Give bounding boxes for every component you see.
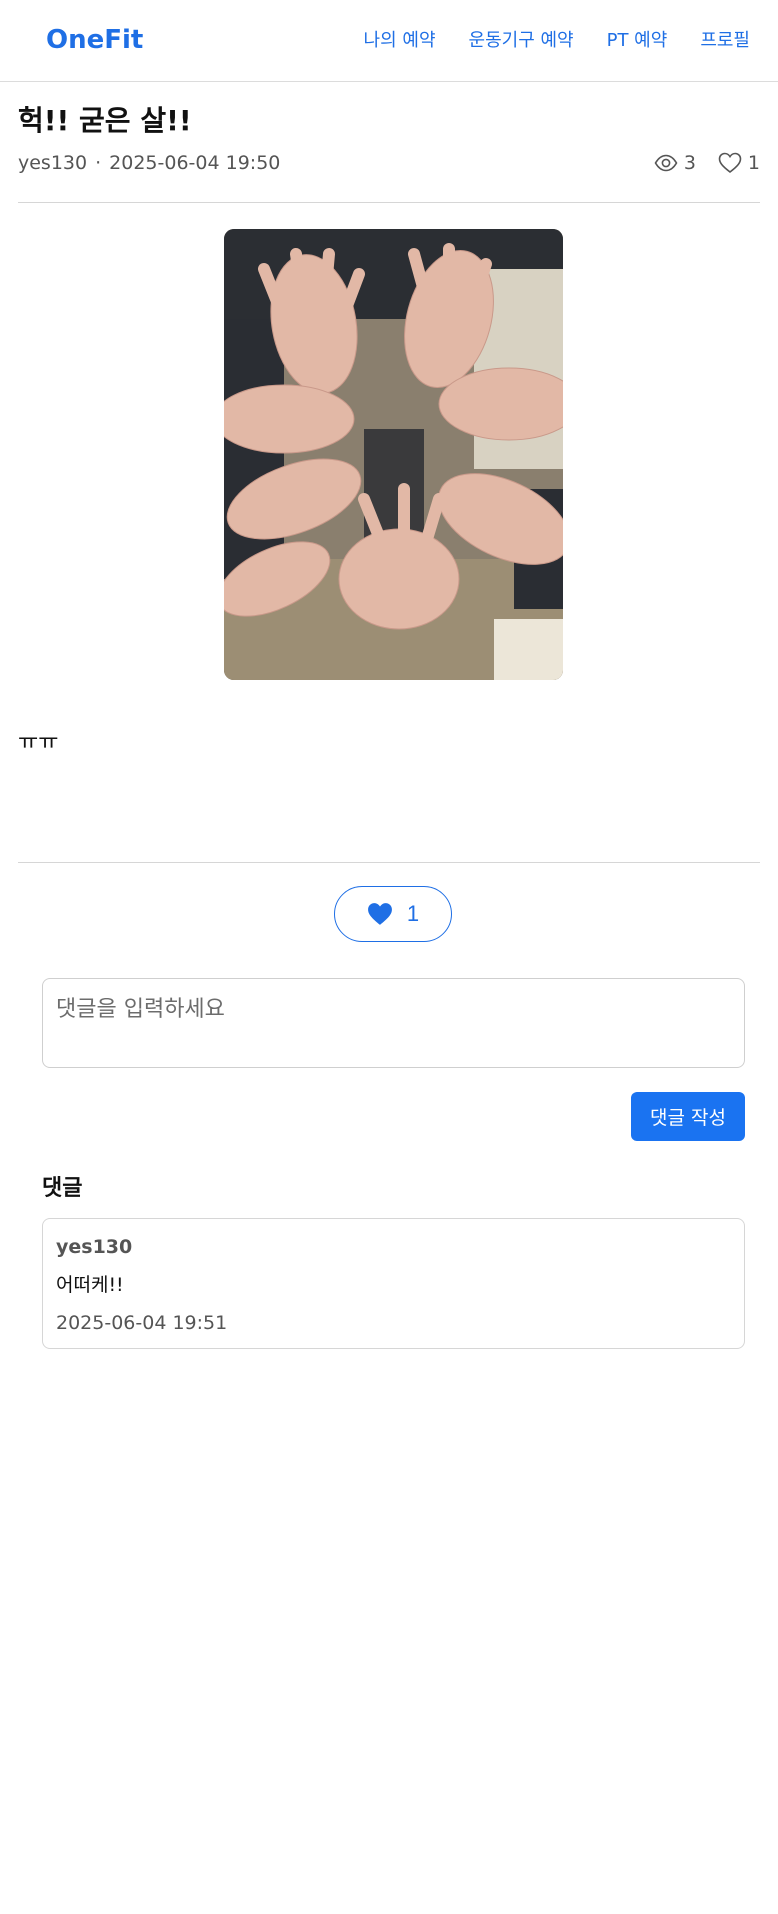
comments-heading: 댓글: [42, 1176, 83, 1201]
view-count: 3: [654, 152, 696, 174]
like-stat-value: 1: [747, 152, 760, 174]
post-meta-left: yes130 · 2025-06-04 19:50: [18, 152, 280, 174]
meta-separator: ·: [95, 152, 102, 174]
divider: [18, 862, 760, 863]
heart-filled-icon: [367, 903, 392, 925]
submit-comment-button[interactable]: 댓글 작성: [631, 1092, 745, 1141]
nav-link-equipment-reservation[interactable]: 운동기구 예약: [469, 26, 574, 56]
divider: [18, 202, 760, 203]
heart-outline-icon: [718, 152, 742, 174]
like-button[interactable]: 1: [334, 886, 452, 942]
comment-input[interactable]: [42, 978, 745, 1068]
comment-date: 2025-06-04 19:51: [56, 1312, 228, 1334]
like-stat: 1: [718, 152, 760, 174]
hands-photo-icon: [224, 229, 563, 680]
post-stats: 3 1: [654, 152, 760, 174]
eye-icon: [654, 154, 678, 172]
view-count-value: 3: [683, 152, 696, 174]
brand-logo[interactable]: OneFit: [46, 22, 143, 58]
navbar: OneFit 나의 예약 운동기구 예약 PT 예약 프로필: [0, 0, 778, 82]
nav-link-my-reservations[interactable]: 나의 예약: [364, 26, 436, 56]
post-author: yes130: [18, 152, 88, 174]
nav-link-profile[interactable]: 프로필: [700, 26, 750, 56]
post-date: 2025-06-04 19:50: [109, 152, 281, 174]
nav-link-pt-reservation[interactable]: PT 예약: [607, 26, 668, 56]
post-image: [224, 229, 563, 680]
post-body: ㅠㅠ: [18, 730, 59, 755]
comment-author: yes130: [56, 1236, 133, 1258]
nav-links: 나의 예약 운동기구 예약 PT 예약 프로필: [364, 26, 750, 56]
post-meta: yes130 · 2025-06-04 19:50 3 1: [18, 148, 760, 178]
like-count: 1: [406, 901, 420, 926]
post-title: 헉!! 굳은 살!!: [18, 104, 192, 137]
comment-card: yes130 어떠케!! 2025-06-04 19:51: [42, 1218, 745, 1349]
comment-text: 어떠케!!: [56, 1274, 124, 1296]
